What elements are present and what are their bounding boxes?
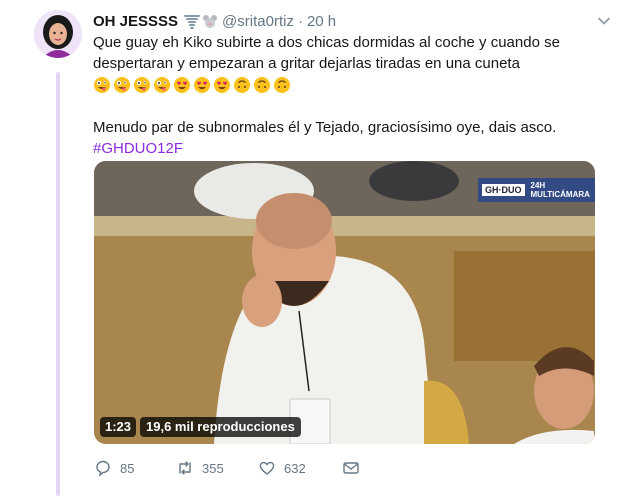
hashtag-link[interactable]: #GHDUO12F <box>93 138 593 159</box>
like-button[interactable]: 632 <box>258 459 342 477</box>
chevron-down-icon[interactable] <box>597 14 611 28</box>
view-count: 19,6 mil reproducciones <box>140 417 301 437</box>
zany-face-emoji-icon <box>134 77 150 93</box>
like-count: 632 <box>284 460 306 476</box>
separator-dot: · <box>297 12 303 30</box>
reply-icon <box>96 460 110 477</box>
reply-button[interactable]: 85 <box>94 459 176 477</box>
upside-down-face-emoji-icon <box>234 77 250 93</box>
reply-count: 85 <box>120 460 135 476</box>
heart-eyes-emoji-icon <box>194 77 210 93</box>
zany-face-emoji-icon <box>154 77 170 93</box>
upside-down-face-emoji-icon <box>254 77 270 93</box>
tweet-header: OH JESSSS @srita0rtiz · 20 h <box>93 11 613 31</box>
heart-icon <box>259 461 275 475</box>
retweet-icon <box>179 461 191 475</box>
heart-eyes-emoji-icon <box>174 77 190 93</box>
upside-down-face-emoji-icon <box>274 77 290 93</box>
tornado-emoji-icon <box>184 15 201 29</box>
zany-face-emoji-icon <box>114 77 130 93</box>
tweet-paragraph-2: Menudo par de subnormales él y Tejado, g… <box>93 119 557 136</box>
video-duration: 1:23 <box>100 417 137 437</box>
zany-face-emoji-icon <box>94 77 110 93</box>
avatar[interactable] <box>34 10 82 58</box>
video-frame <box>94 161 595 444</box>
direct-message-button[interactable] <box>342 459 360 477</box>
action-bar: 85 355 632 <box>94 458 360 478</box>
user-handle[interactable]: @srita0rtiz <box>222 13 294 30</box>
tweet-line-1: Que guay eh Kiko subirte a dos chicas do… <box>93 34 560 51</box>
emoji-row <box>93 75 593 95</box>
video-player[interactable] <box>94 161 595 444</box>
timestamp[interactable]: 20 h <box>307 13 336 30</box>
mouse-emoji-icon <box>203 15 218 28</box>
heart-eyes-emoji-icon <box>214 77 230 93</box>
tweet-line-2: despertaran y empezaran a gritar dejarla… <box>93 55 520 72</box>
display-name[interactable]: OH JESSSS <box>93 13 178 30</box>
overlay-text: 24H MULTICÁMARA <box>530 181 590 199</box>
thread-line <box>56 72 60 496</box>
name-badges <box>184 13 218 29</box>
gh-duo-logo: GH·DUO <box>482 184 525 196</box>
channel-overlay-badge: GH·DUO 24H MULTICÁMARA <box>478 178 595 202</box>
retweet-button[interactable]: 355 <box>176 459 258 477</box>
retweet-count: 355 <box>202 460 224 476</box>
envelope-icon <box>343 462 359 474</box>
tweet-text: Que guay eh Kiko subirte a dos chicas do… <box>93 32 593 159</box>
